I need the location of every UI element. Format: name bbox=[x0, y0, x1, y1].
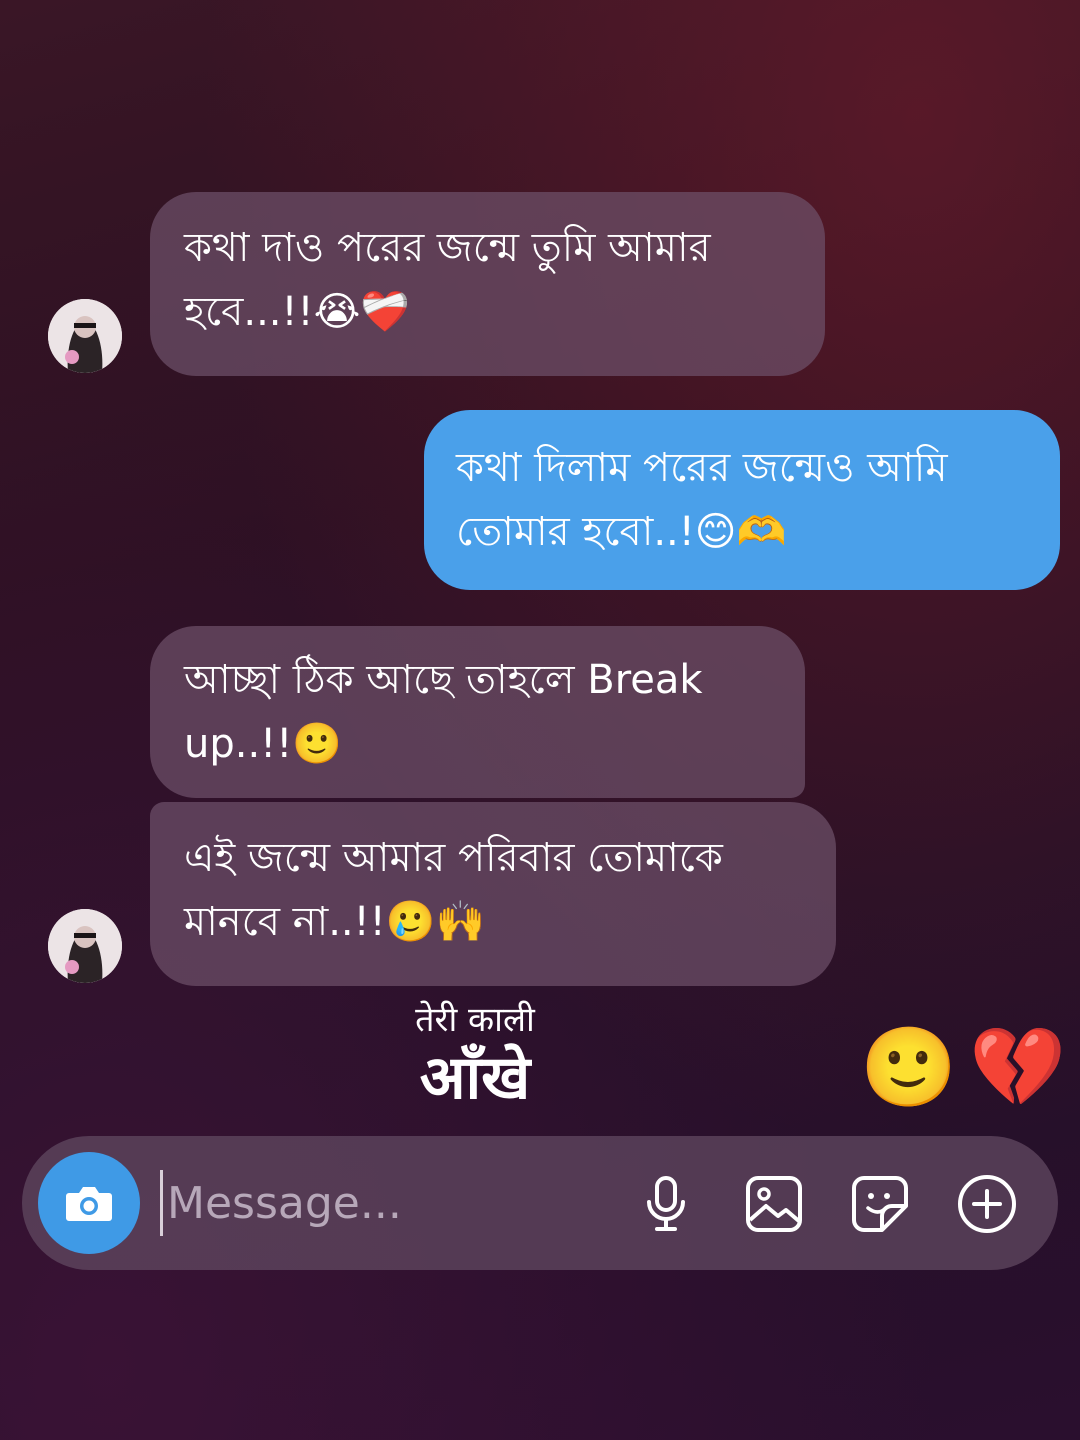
incoming-message-bubble[interactable]: কথা দাও পরের জন্মে তুমি আমার হবে...!!😭❤️… bbox=[150, 192, 825, 376]
incoming-message-bubble[interactable]: আচ্ছা ঠিক আছে তাহলে Break up..!!🙂 bbox=[150, 626, 805, 798]
sticker-icon bbox=[852, 1176, 908, 1232]
slight-smile-emoji: 🙂 bbox=[860, 1023, 958, 1113]
caption-line-1: तेरी काली bbox=[415, 1000, 535, 1040]
camera-icon bbox=[66, 1187, 112, 1221]
avatar[interactable] bbox=[48, 909, 122, 983]
plus-circle-icon bbox=[958, 1175, 1016, 1233]
camera-button[interactable] bbox=[38, 1152, 140, 1254]
message-input[interactable] bbox=[160, 1170, 617, 1236]
more-options-button[interactable] bbox=[955, 1172, 1019, 1236]
microphone-icon bbox=[647, 1176, 685, 1231]
reaction-emojis: 🙂 💔 bbox=[860, 1020, 1066, 1116]
chat-thread: কথা দাও পরের জন্মে তুমি আমার হবে...!!😭❤️… bbox=[0, 0, 1080, 1440]
microphone-button[interactable] bbox=[634, 1172, 698, 1236]
overlay-caption: तेरी काली आँखे bbox=[370, 998, 580, 1114]
outgoing-message-bubble[interactable]: কথা দিলাম পরের জন্মেও আমি তোমার হবো..!😊🫶 bbox=[424, 410, 1060, 590]
avatar[interactable] bbox=[48, 299, 122, 373]
gallery-button[interactable] bbox=[742, 1172, 806, 1236]
incoming-message-bubble[interactable]: এই জন্মে আমার পরিবার তোমাকে মানবে না..!!… bbox=[150, 802, 836, 986]
broken-heart-emoji: 💔 bbox=[969, 1023, 1067, 1113]
gallery-icon bbox=[746, 1176, 802, 1232]
caption-line-2: आँखे bbox=[419, 1043, 531, 1113]
message-composer bbox=[22, 1136, 1058, 1270]
avatar-image bbox=[48, 909, 122, 983]
sticker-button[interactable] bbox=[848, 1172, 912, 1236]
avatar-image bbox=[48, 299, 122, 373]
